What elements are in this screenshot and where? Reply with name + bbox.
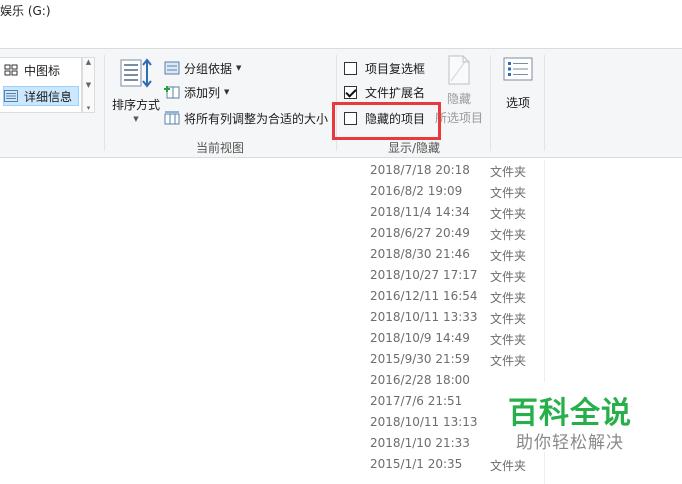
- modified-date: 2018/7/18 20:18: [370, 163, 470, 177]
- table-row[interactable]: 2018/7/18 20:18 文件夹: [0, 160, 682, 181]
- table-row[interactable]: 2018/10/27 17:17 文件夹: [0, 265, 682, 286]
- table-row[interactable]: 2016/12/11 16:54 文件夹: [0, 286, 682, 307]
- modified-date: 2018/10/11 13:33: [370, 310, 478, 324]
- table-row[interactable]: 2018/11/4 14:34 文件夹: [0, 202, 682, 223]
- options-label: 选项: [505, 96, 530, 110]
- layout-details[interactable]: 详细信息: [3, 86, 79, 106]
- window-title: 娱乐 (G:): [0, 4, 51, 18]
- file-type: 文件夹: [490, 333, 527, 347]
- modified-date: 2016/2/28 18:00: [370, 373, 470, 387]
- modified-date: 2016/12/11 16:54: [370, 289, 478, 303]
- group-by-icon: [164, 61, 180, 75]
- hide-selected-icon: [448, 55, 470, 85]
- hide-selected-label-2: 所选项目: [434, 111, 483, 125]
- file-type: 文件夹: [490, 354, 527, 368]
- chevron-down-icon: ▼: [236, 64, 242, 72]
- hide-selected-label-1: 隐藏: [446, 92, 471, 106]
- sort-icon: [120, 58, 152, 88]
- modified-date: 2018/10/9 14:49: [370, 331, 470, 345]
- layout-details-label: 详细信息: [24, 89, 73, 104]
- details-icon: [4, 90, 18, 102]
- group-by-button[interactable]: 分组依据 ▼: [164, 57, 241, 79]
- file-type: 文件夹: [490, 228, 527, 242]
- layout-gallery: 中图标 详细信息: [0, 57, 82, 113]
- item-checkboxes-checkbox[interactable]: [344, 61, 357, 75]
- scroll-down-icon[interactable]: ▼: [86, 81, 91, 89]
- expand-gallery-icon[interactable]: ▾: [87, 104, 91, 112]
- show-hide-group-label: 显示/隐藏: [388, 141, 441, 155]
- sort-by-button[interactable]: 排序方式 ▼: [110, 57, 162, 123]
- modified-date: 2018/1/10 21:33: [370, 436, 470, 450]
- file-type: 文件夹: [490, 291, 527, 305]
- modified-date: 2015/1/1 20:35: [370, 457, 463, 471]
- table-row[interactable]: 2015/1/1 20:35 文件夹: [0, 454, 682, 475]
- file-type: 文件夹: [490, 165, 527, 179]
- file-extensions-label: 文件扩展名: [365, 85, 426, 100]
- group-separator: [104, 55, 105, 151]
- modified-date: 2018/6/27 20:49: [370, 226, 470, 240]
- size-all-columns-button[interactable]: 将所有列调整为合适的大小: [164, 107, 328, 129]
- medium-icons-icon: [4, 64, 18, 76]
- file-type: 文件夹: [490, 312, 527, 326]
- file-type: 文件夹: [490, 249, 527, 263]
- scroll-up-icon[interactable]: ▲: [86, 58, 91, 66]
- add-columns-button[interactable]: 添加列 ▼: [164, 81, 229, 103]
- table-row[interactable]: 2018/10/11 13:33 文件夹: [0, 307, 682, 328]
- chevron-down-icon: ▼: [133, 115, 139, 123]
- file-type: 文件夹: [490, 186, 527, 200]
- table-row[interactable]: 2018/8/30 21:46 文件夹: [0, 244, 682, 265]
- hide-selected-button[interactable]: 隐藏 所选项目: [434, 55, 484, 126]
- title-bar: 娱乐 (G:): [0, 0, 682, 30]
- file-type: 文件夹: [490, 459, 527, 473]
- modified-date: 2016/8/2 19:09: [370, 184, 463, 198]
- group-by-label: 分组依据: [184, 61, 233, 76]
- modified-date: 2017/7/6 21:51: [370, 394, 463, 408]
- modified-date: 2018/8/30 21:46: [370, 247, 470, 261]
- file-type: 文件夹: [490, 207, 527, 221]
- modified-date: 2018/11/4 14:34: [370, 205, 470, 219]
- group-separator: [490, 55, 491, 151]
- layout-scroll[interactable]: ▲ ▼ ▾: [82, 57, 95, 113]
- group-separator: [544, 55, 545, 151]
- file-extensions-toggle[interactable]: 文件扩展名: [344, 81, 425, 103]
- layout-medium-icons-label: 中图标: [24, 63, 61, 78]
- item-checkboxes-toggle[interactable]: 项目复选框: [344, 57, 425, 79]
- size-all-columns-label: 将所有列调整为合适的大小: [184, 111, 329, 126]
- chevron-down-icon: ▼: [224, 88, 230, 96]
- options-button[interactable]: 选项: [498, 57, 538, 111]
- add-columns-label: 添加列: [184, 85, 221, 100]
- item-checkboxes-label: 项目复选框: [365, 61, 426, 76]
- modified-date: 2015/9/30 21:59: [370, 352, 470, 366]
- size-columns-icon: [164, 111, 180, 125]
- table-row[interactable]: 2015/9/30 21:59 文件夹: [0, 349, 682, 370]
- watermark: 百科全说 助你轻松解决: [496, 382, 646, 453]
- table-row[interactable]: 2016/8/2 19:09 文件夹: [0, 181, 682, 202]
- table-row[interactable]: 2018/10/9 14:49 文件夹: [0, 328, 682, 349]
- table-row[interactable]: 2018/6/27 20:49 文件夹: [0, 223, 682, 244]
- layout-medium-icons[interactable]: 中图标: [4, 60, 60, 80]
- watermark-sub-text: 助你轻松解决: [516, 433, 624, 453]
- file-type: 文件夹: [490, 270, 527, 284]
- add-columns-icon: [164, 86, 180, 99]
- current-view-group-label: 当前视图: [196, 141, 245, 155]
- file-extensions-checkbox[interactable]: [344, 85, 357, 99]
- hidden-items-highlight: [332, 102, 441, 140]
- options-icon: [503, 57, 533, 81]
- modified-date: 2018/10/27 17:17: [370, 268, 478, 282]
- watermark-main-text: 百科全说: [508, 396, 632, 431]
- sort-by-label: 排序方式: [111, 98, 160, 112]
- modified-date: 2018/10/11 13:13: [370, 415, 478, 429]
